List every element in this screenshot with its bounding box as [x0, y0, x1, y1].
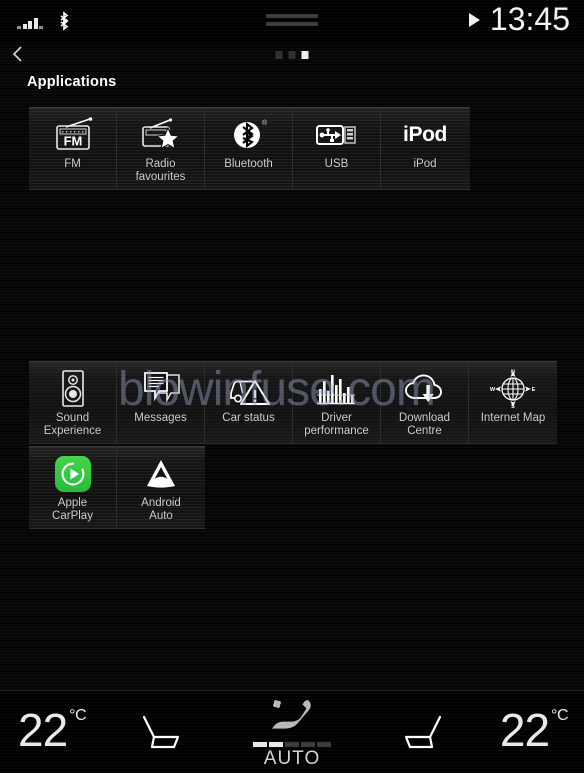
climate-bar: 22 °C AUTO 22 °C — [0, 690, 584, 773]
auto-climate-seat-fan-icon — [261, 697, 323, 741]
page-dot-2[interactable] — [288, 51, 296, 59]
driver-temperature-value: 22 — [18, 704, 68, 756]
auto-climate-control[interactable]: AUTO — [244, 697, 340, 770]
app-tile-bluetooth[interactable]: ® Bluetooth — [205, 108, 293, 189]
app-tile-car-status[interactable]: Car status — [205, 362, 293, 443]
page-dot-1[interactable] — [275, 51, 283, 59]
page-title: Applications — [27, 74, 117, 90]
auto-label: AUTO — [263, 748, 321, 769]
fm-radio-icon: FM — [50, 115, 96, 155]
ipod-wordmark-icon: iPod — [403, 115, 447, 155]
fan-speed-bar — [253, 742, 267, 747]
app-tile-label: Messages — [134, 412, 187, 424]
page-indicator — [275, 51, 309, 59]
compass-west-label: W — [490, 387, 496, 393]
fan-speed-bar — [301, 742, 315, 747]
passenger-temperature[interactable]: 22 °C — [499, 703, 569, 757]
clock: 13:45 — [489, 1, 570, 37]
infotainment-screen: 13:45 Applications FM FM Radio favourite… — [0, 0, 584, 773]
passenger-temperature-value: 22 — [499, 704, 550, 756]
app-tile-label: Sound Experience — [43, 412, 102, 437]
fan-speed-bar — [269, 742, 283, 747]
page-dot-3[interactable] — [301, 51, 309, 59]
app-tile-usb[interactable]: USB — [293, 108, 381, 189]
app-tile-label: Android Auto — [141, 497, 181, 522]
app-tile-label: Bluetooth — [224, 158, 273, 170]
app-tile-label: Radio favourites — [135, 158, 186, 183]
app-tile-sound-experience[interactable]: Sound Experience — [29, 362, 117, 443]
driver-temperature-unit: °C — [69, 707, 87, 724]
compass-south-label: S — [511, 404, 515, 409]
seat-heater-left-icon[interactable] — [128, 713, 184, 757]
app-row-top: FM FM Radio favourites ® Bluetooth USB i… — [29, 107, 470, 190]
compass-east-label: E — [532, 387, 536, 393]
compass-icon: N S E W — [487, 369, 539, 410]
app-tile-label: Internet Map — [480, 412, 546, 424]
app-tile-label: USB — [324, 158, 349, 170]
drag-handle-bar — [266, 22, 318, 26]
speaker-icon — [58, 369, 88, 409]
android-auto-icon — [142, 454, 180, 494]
app-tile-internet-map[interactable]: N S E W Internet Map — [469, 362, 557, 443]
app-tile-ipod[interactable]: iPod iPod — [381, 108, 469, 189]
bluetooth-icon — [56, 11, 72, 31]
nav-row — [0, 42, 584, 68]
message-icon — [141, 369, 181, 409]
bar-chart-icon — [315, 369, 359, 409]
app-tile-label: Apple CarPlay — [52, 497, 93, 522]
app-tile-apple-carplay[interactable]: Apple CarPlay — [29, 447, 117, 528]
bluetooth-icon: ® — [229, 115, 269, 155]
play-icon — [469, 13, 480, 27]
app-tile-label: iPod — [413, 158, 437, 170]
app-tile-fm[interactable]: FM FM — [29, 108, 117, 189]
drag-handle-bar — [266, 14, 318, 18]
apple-carplay-icon — [54, 454, 91, 494]
radio-favourites-icon — [138, 115, 184, 155]
app-tile-download-centre[interactable]: Download Centre — [381, 362, 469, 443]
fan-speed-bar — [285, 742, 299, 747]
app-tile-radio-favourites[interactable]: Radio favourites — [117, 108, 205, 189]
fan-speed-bar — [317, 742, 331, 747]
driver-temperature[interactable]: 22 °C — [18, 703, 87, 757]
app-row-bottom: Apple CarPlay Android Auto — [29, 446, 205, 529]
seat-heater-right-icon[interactable] — [400, 713, 456, 757]
passenger-temperature-unit: °C — [551, 707, 568, 724]
drag-handle[interactable] — [266, 14, 318, 30]
app-tile-android-auto[interactable]: Android Auto — [117, 447, 205, 528]
cloud-download-icon — [403, 369, 447, 409]
app-tile-messages[interactable]: Messages — [117, 362, 205, 443]
status-bar: 13:45 — [0, 0, 584, 42]
car-warning-icon — [227, 369, 271, 409]
svg-text:®: ® — [262, 119, 268, 127]
app-tile-label: Download Centre — [398, 412, 451, 437]
app-tile-driver-performance[interactable]: Driver performance — [293, 362, 381, 443]
app-tile-label: Driver performance — [304, 412, 369, 437]
app-tile-label: FM — [64, 158, 81, 170]
compass-north-label: N — [511, 370, 515, 376]
svg-text:FM: FM — [63, 134, 82, 149]
app-tile-label: Car status — [222, 412, 275, 424]
signal-bars-icon — [17, 16, 49, 29]
carplay-badge — [54, 456, 91, 492]
fan-speed-bars[interactable] — [253, 742, 331, 747]
app-row-mid: Sound Experience Messages Car status Dri… — [29, 361, 557, 444]
usb-icon — [314, 115, 360, 155]
back-chevron-icon[interactable] — [10, 44, 26, 64]
ipod-wordmark-text: iPod — [403, 123, 447, 146]
